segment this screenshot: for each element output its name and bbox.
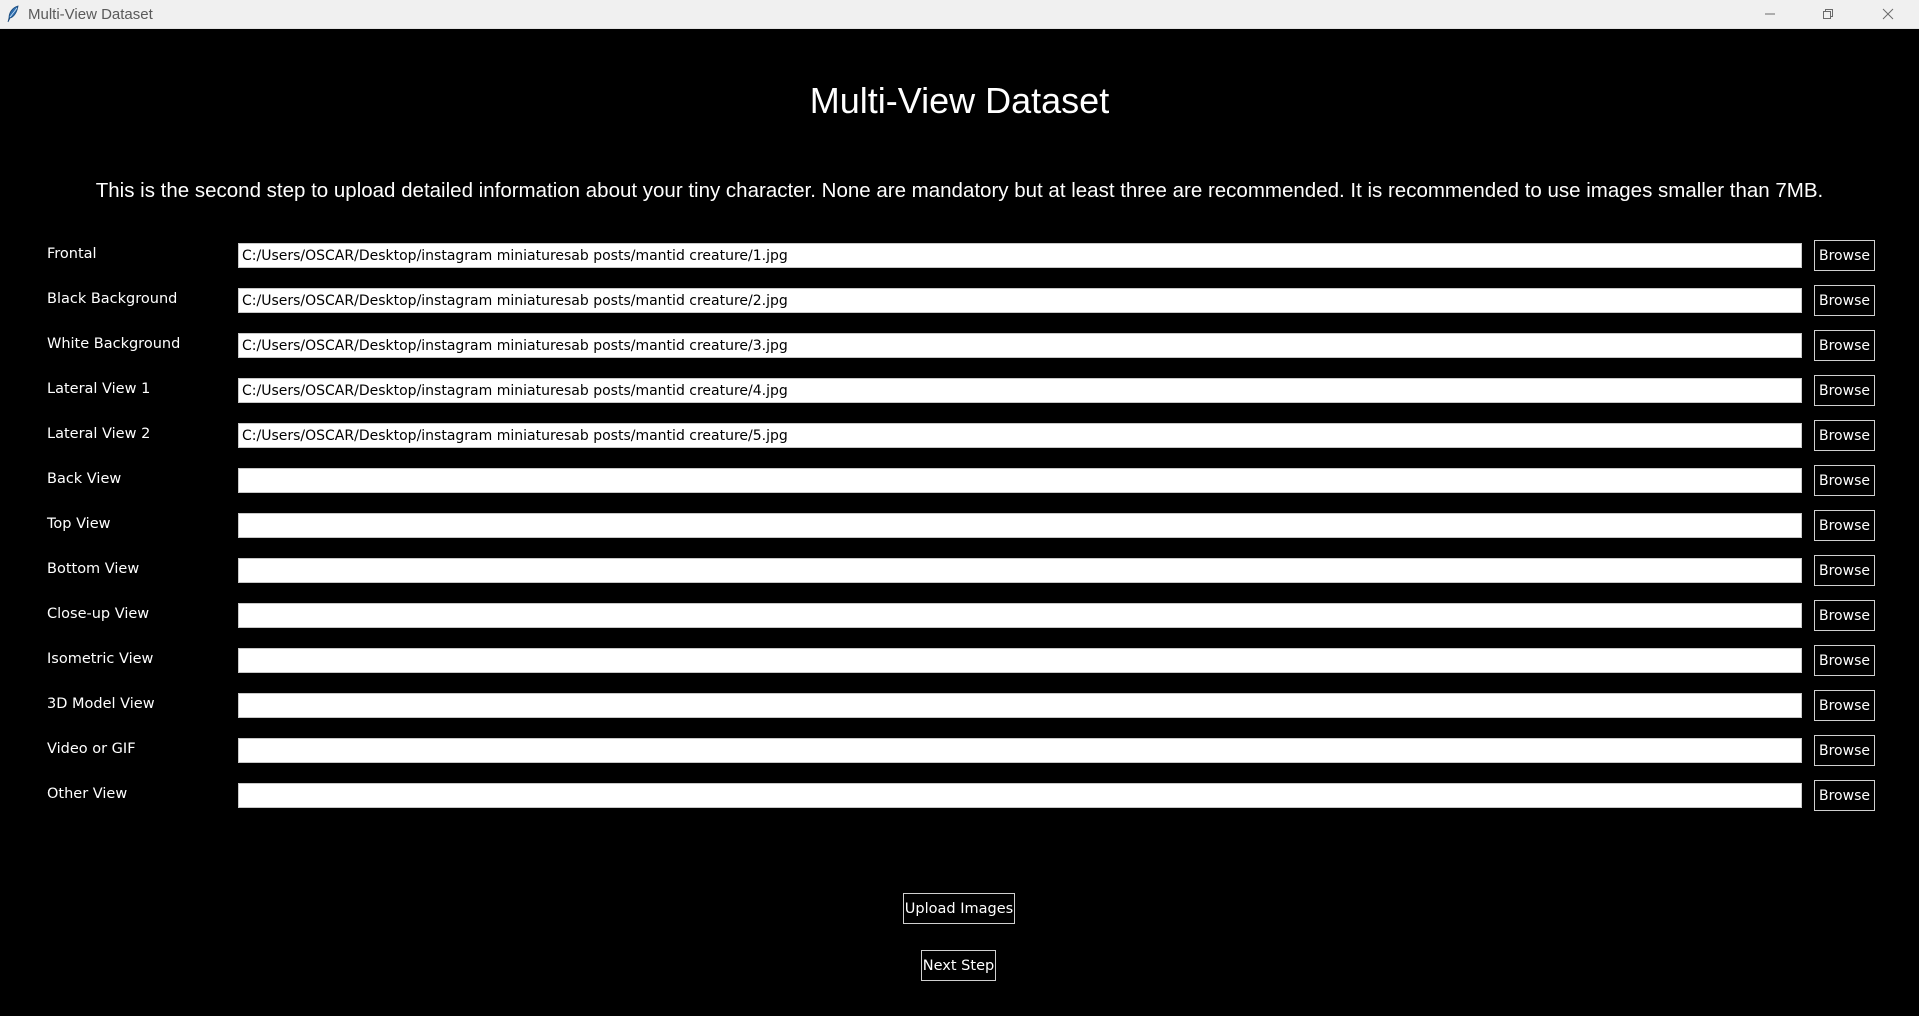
field-label: Back View — [47, 471, 122, 487]
title-bar[interactable]: Multi-View Dataset — [0, 0, 1919, 29]
browse-button[interactable]: Browse — [1814, 285, 1875, 316]
close-up-view-path-input[interactable] — [238, 603, 1802, 628]
field-row-lateral-view-1: Lateral View 1 Browse — [0, 374, 1919, 419]
field-label: Frontal — [47, 246, 97, 262]
lateral-view-1-path-input[interactable] — [238, 378, 1802, 403]
field-row-3d-model-view: 3D Model View Browse — [0, 689, 1919, 734]
browse-button[interactable]: Browse — [1814, 780, 1875, 811]
app-window: Multi-View Dataset Multi-View Dataset Th… — [0, 0, 1919, 1016]
window-title: Multi-View Dataset — [28, 6, 153, 23]
back-view-path-input[interactable] — [238, 468, 1802, 493]
field-row-frontal: Frontal Browse — [0, 239, 1919, 284]
field-label: Lateral View 1 — [47, 381, 151, 397]
field-row-lateral-view-2: Lateral View 2 Browse — [0, 419, 1919, 464]
restore-button[interactable] — [1799, 0, 1857, 29]
minimize-icon — [1764, 5, 1776, 24]
instructions-text: This is the second step to upload detail… — [95, 179, 1824, 202]
browse-button[interactable]: Browse — [1814, 420, 1875, 451]
field-label: Bottom View — [47, 561, 140, 577]
frontal-path-input[interactable] — [238, 243, 1802, 268]
black-background-path-input[interactable] — [238, 288, 1802, 313]
field-label: Top View — [47, 516, 111, 532]
bottom-view-path-input[interactable] — [238, 558, 1802, 583]
upload-images-button[interactable]: Upload Images — [903, 893, 1015, 924]
browse-button[interactable]: Browse — [1814, 510, 1875, 541]
field-row-isometric-view: Isometric View Browse — [0, 644, 1919, 689]
field-row-white-background: White Background Browse — [0, 329, 1919, 374]
field-row-top-view: Top View Browse — [0, 509, 1919, 554]
field-label: Video or GIF — [47, 741, 136, 757]
field-row-back-view: Back View Browse — [0, 464, 1919, 509]
browse-button[interactable]: Browse — [1814, 375, 1875, 406]
white-background-path-input[interactable] — [238, 333, 1802, 358]
field-label: White Background — [47, 336, 181, 352]
close-icon — [1882, 5, 1894, 24]
field-label: Close-up View — [47, 606, 150, 622]
field-label: Lateral View 2 — [47, 426, 151, 442]
field-label: Isometric View — [47, 651, 154, 667]
video-or-gif-path-input[interactable] — [238, 738, 1802, 763]
image-fields: Frontal Browse Black Background Browse W… — [0, 239, 1919, 824]
restore-icon — [1822, 5, 1834, 24]
other-view-path-input[interactable] — [238, 783, 1802, 808]
next-step-button[interactable]: Next Step — [921, 950, 996, 981]
isometric-view-path-input[interactable] — [238, 648, 1802, 673]
browse-button[interactable]: Browse — [1814, 465, 1875, 496]
top-view-path-input[interactable] — [238, 513, 1802, 538]
field-row-other-view: Other View Browse — [0, 779, 1919, 824]
page-title: Multi-View Dataset — [809, 80, 1110, 121]
browse-button[interactable]: Browse — [1814, 735, 1875, 766]
feather-icon — [6, 5, 20, 23]
browse-button[interactable]: Browse — [1814, 330, 1875, 361]
browse-button[interactable]: Browse — [1814, 600, 1875, 631]
lateral-view-2-path-input[interactable] — [238, 423, 1802, 448]
close-button[interactable] — [1857, 0, 1919, 29]
browse-button[interactable]: Browse — [1814, 240, 1875, 271]
browse-button[interactable]: Browse — [1814, 645, 1875, 676]
field-row-close-up-view: Close-up View Browse — [0, 599, 1919, 644]
field-label: Black Background — [47, 291, 178, 307]
field-label: 3D Model View — [47, 696, 155, 712]
minimize-button[interactable] — [1741, 0, 1799, 29]
field-label: Other View — [47, 786, 128, 802]
field-row-video-or-gif: Video or GIF Browse — [0, 734, 1919, 779]
field-row-bottom-view: Bottom View Browse — [0, 554, 1919, 599]
3d-model-view-path-input[interactable] — [238, 693, 1802, 718]
field-row-black-background: Black Background Browse — [0, 284, 1919, 329]
browse-button[interactable]: Browse — [1814, 690, 1875, 721]
browse-button[interactable]: Browse — [1814, 555, 1875, 586]
